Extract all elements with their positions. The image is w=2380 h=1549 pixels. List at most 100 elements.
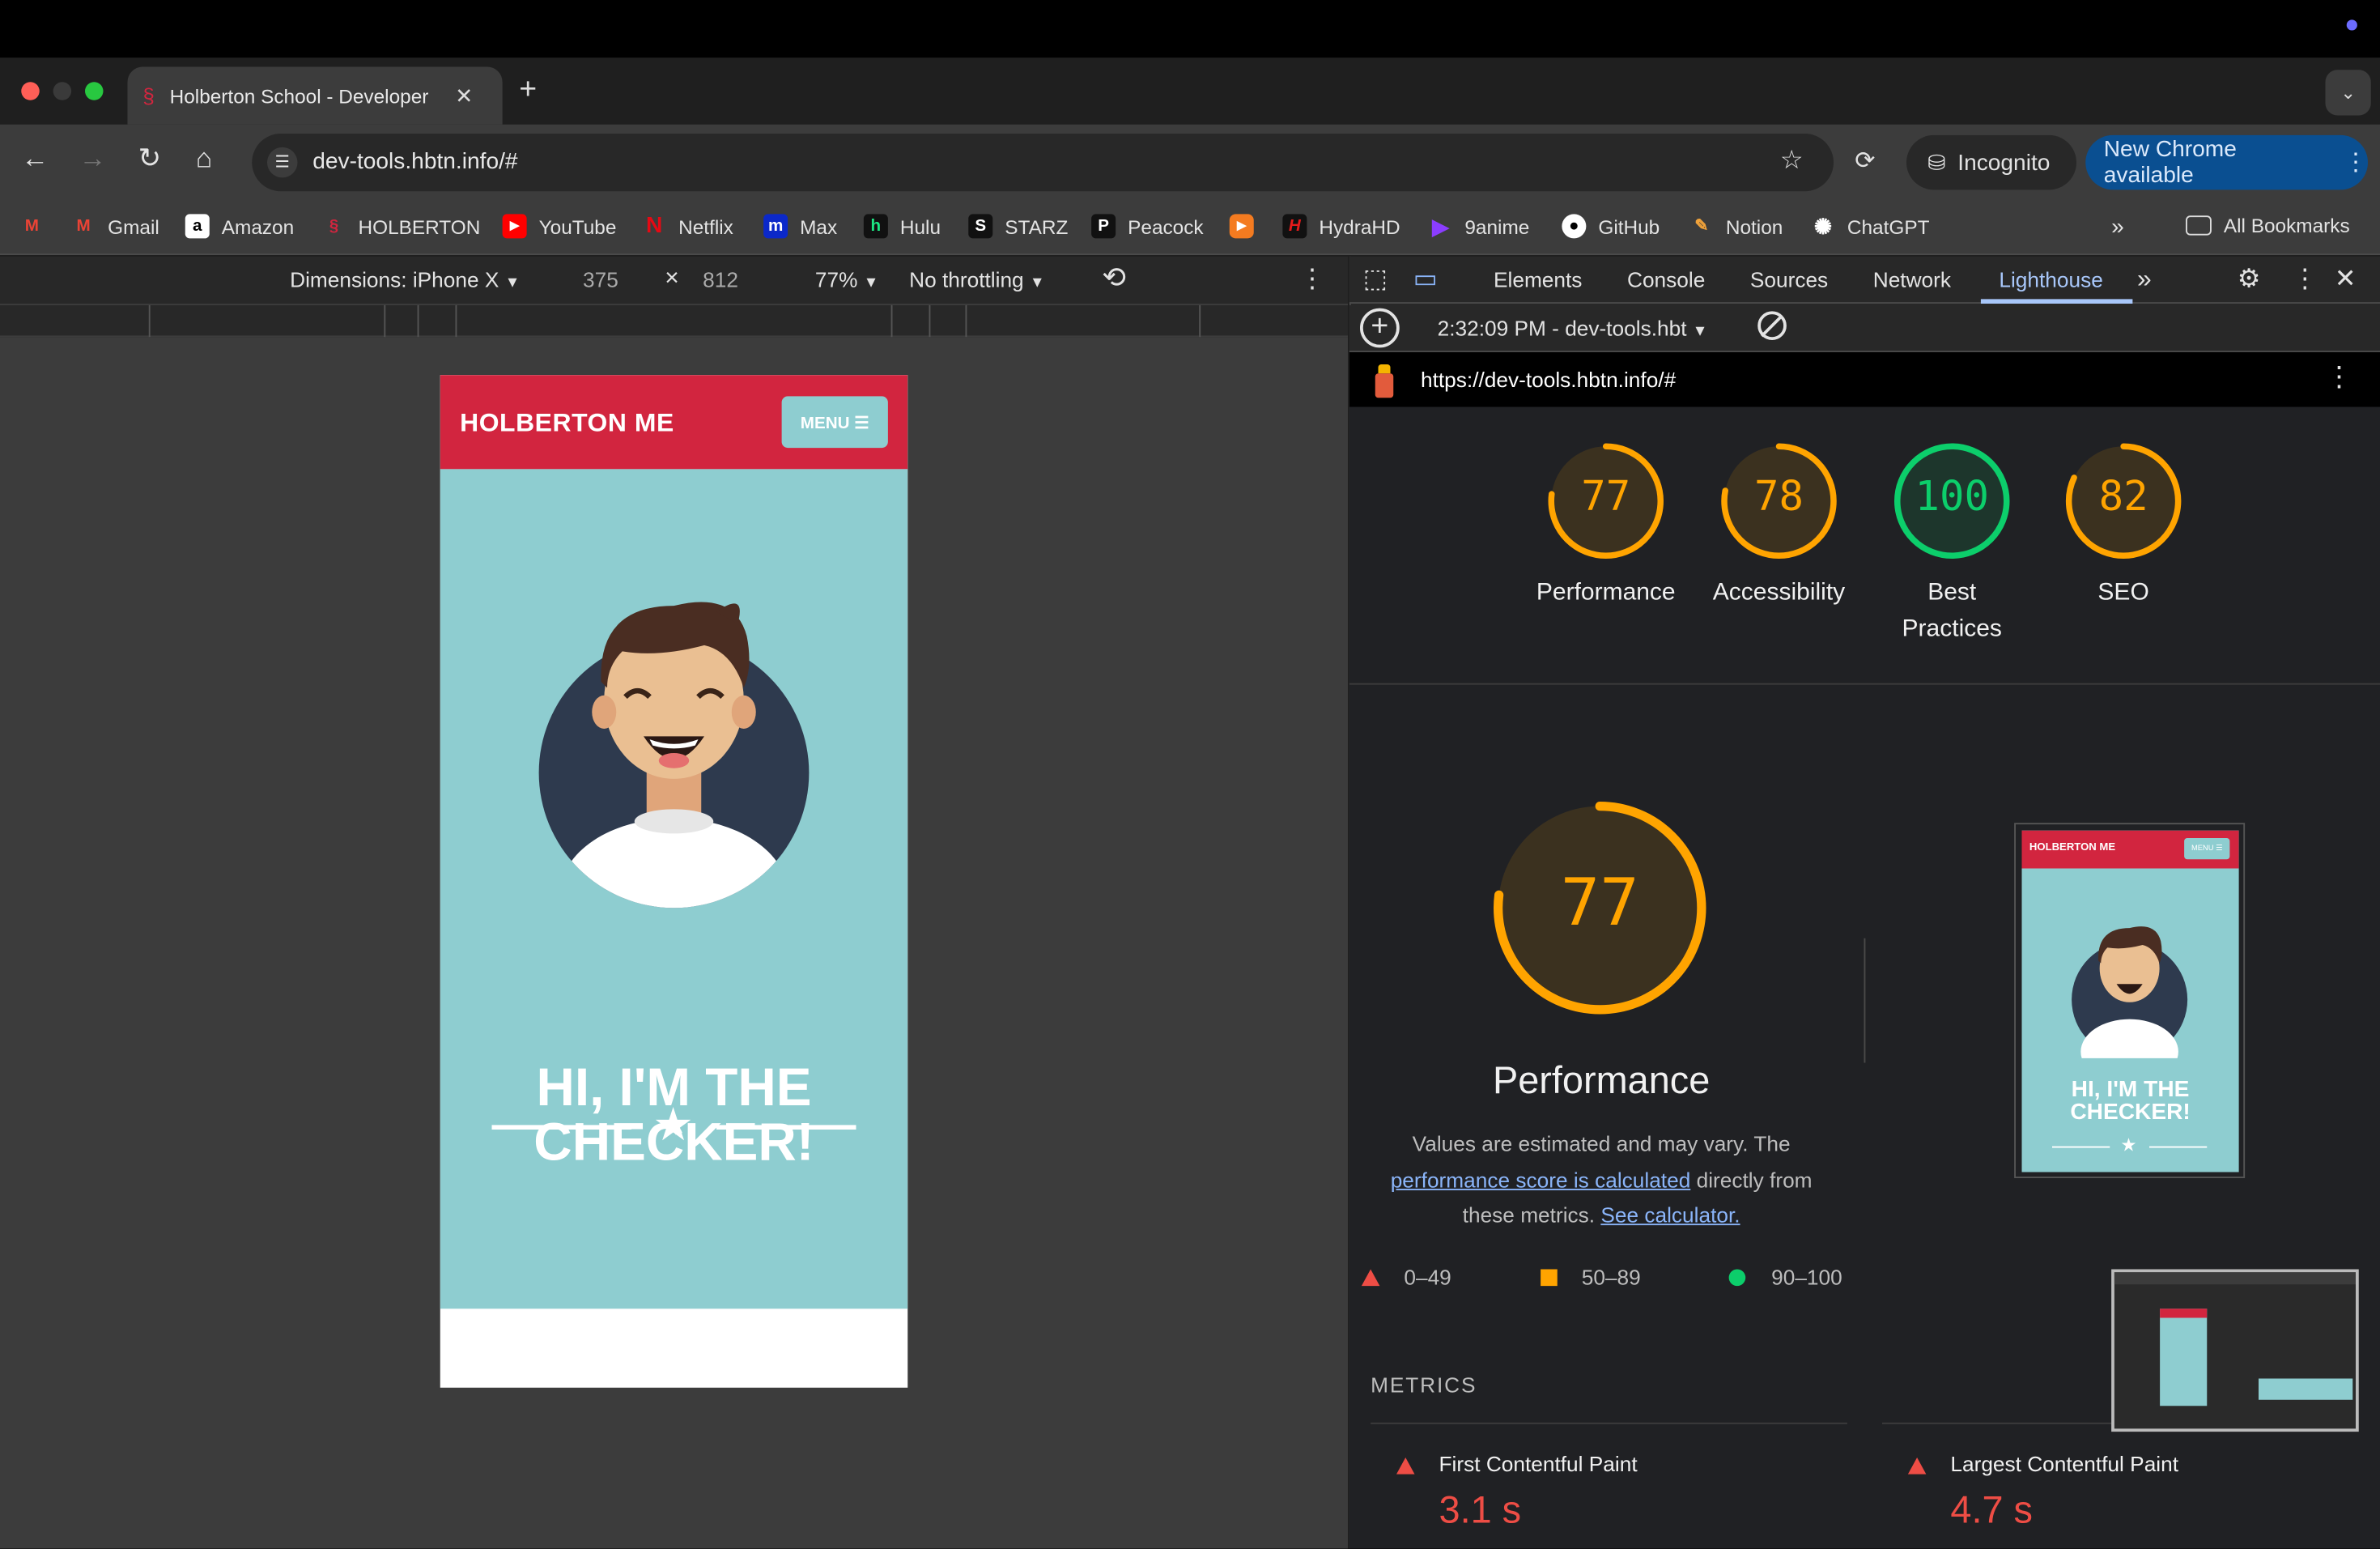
kebab-menu-icon[interactable]: ⋮ <box>2344 147 2368 178</box>
tab-search-button[interactable]: ⌄ <box>2325 70 2371 116</box>
bookmark-netflix[interactable]: N Netflix <box>642 213 733 238</box>
label-accessibility[interactable]: Accessibility <box>1688 576 1870 612</box>
clear-reports-icon[interactable] <box>1757 311 1787 340</box>
lcp-fail-icon <box>1907 1458 1927 1475</box>
bookmark-9anime[interactable]: ▶ 9anime <box>1428 214 1529 238</box>
thumb-header: HOLBERTON ME MENU ☰ <box>2021 830 2239 869</box>
update-chrome-button[interactable]: New Chrome available ⋮ <box>2085 134 2368 190</box>
report-more-icon[interactable]: ⋮ <box>2326 361 2353 393</box>
divider-right <box>716 1125 856 1130</box>
site-info-icon[interactable]: ☰ <box>267 147 298 178</box>
devtools-more-icon[interactable]: ⋮ <box>2292 264 2318 295</box>
bookmark-star-icon[interactable]: ☆ <box>1780 146 1804 177</box>
legend-average: 50–89 <box>1581 1264 1641 1289</box>
tab-lighthouse[interactable]: Lighthouse <box>1999 267 2102 292</box>
more-bookmarks-icon[interactable]: » <box>2111 214 2124 240</box>
screen-capture-preview[interactable] <box>2111 1269 2359 1432</box>
chevron-down-icon: ▼ <box>1692 323 1708 340</box>
bookmark-peacock[interactable]: P Peacock <box>1091 214 1204 239</box>
device-toggle-icon[interactable]: ▭ <box>1413 264 1438 295</box>
close-tab-icon[interactable]: ✕ <box>455 83 473 109</box>
new-report-icon[interactable]: + <box>1360 308 1400 348</box>
rotate-icon[interactable]: ⟲ <box>1102 262 1126 296</box>
bookmark-label: ChatGPT <box>1847 215 1930 238</box>
preview-filmstrip <box>2259 1378 2353 1400</box>
bookmark-play[interactable]: ▶ <box>1229 214 1266 239</box>
all-bookmarks[interactable]: All Bookmarks <box>2186 214 2350 237</box>
new-tab-button[interactable]: + <box>519 73 537 108</box>
settings-gear-icon[interactable]: ⚙ <box>2238 264 2261 295</box>
chevron-down-icon: ▼ <box>863 274 879 292</box>
incognito-badge[interactable]: ⛁ Incognito <box>1906 134 2076 190</box>
address-bar[interactable]: ☰ dev-tools.hbtn.info/# ☆ <box>252 134 1834 192</box>
thumb-divider-left <box>2052 1146 2110 1148</box>
close-window-button[interactable] <box>21 82 40 100</box>
label-best-practices[interactable]: Best Practices <box>1891 576 2012 649</box>
menu-bar <box>0 0 2380 58</box>
legend-fail: 0–49 <box>1404 1264 1451 1289</box>
device-more-icon[interactable]: ⋮ <box>1299 264 1325 295</box>
bookmark-chatgpt[interactable]: ✺ ChatGPT <box>1811 214 1930 238</box>
fail-triangle-icon <box>1361 1269 1380 1287</box>
tab-sources[interactable]: Sources <box>1750 267 1828 292</box>
bookmark-youtube[interactable]: ▶ YouTube <box>502 214 616 239</box>
tab-console[interactable]: Console <box>1627 267 1705 292</box>
bookmark-github[interactable]: ● GitHub <box>1562 214 1660 239</box>
throttling-select[interactable]: No throttling ▼ <box>909 267 1044 292</box>
metrics-heading: METRICS <box>1371 1372 1477 1397</box>
tab-network[interactable]: Network <box>1873 267 1951 292</box>
bookmark-max[interactable]: m Max <box>763 214 838 239</box>
chevron-down-icon: ▼ <box>504 274 521 292</box>
tab-elements[interactable]: Elements <box>1494 267 1582 292</box>
width-input[interactable]: 375 <box>583 267 618 292</box>
bookmark-starz[interactable]: S STARZ <box>968 214 1068 239</box>
see-calculator-link[interactable]: See calculator. <box>1600 1202 1740 1227</box>
bookmark-amazon[interactable]: a Amazon <box>185 214 294 239</box>
bookmark-notion[interactable]: ✎ Notion <box>1689 214 1783 238</box>
menu-button[interactable]: MENU ☰ <box>781 396 888 449</box>
forward-icon[interactable]: → <box>79 143 107 174</box>
bookmark-gmail-icon-only[interactable]: M <box>19 214 56 238</box>
bookmark-label: Max <box>800 215 838 238</box>
back-icon[interactable]: ← <box>21 143 49 174</box>
close-devtools-icon[interactable]: ✕ <box>2335 264 2357 295</box>
bookmark-hulu[interactable]: h Hulu <box>863 214 941 239</box>
preview-page <box>2160 1309 2208 1406</box>
url-text[interactable]: dev-tools.hbtn.info/# <box>312 149 517 175</box>
media-query-ruler <box>0 304 1348 338</box>
label-performance[interactable]: Performance <box>1515 576 1697 612</box>
dimensions-times: × <box>665 266 679 292</box>
minimize-window-button[interactable] <box>53 82 72 100</box>
thumb-menu: MENU ☰ <box>2184 838 2230 860</box>
score-best-practices: 100 <box>1915 474 1989 521</box>
page-logo[interactable]: HOLBERTON ME <box>460 408 674 439</box>
bookmark-label: GitHub <box>1598 215 1660 238</box>
bookmark-hydrahd[interactable]: H HydraHD <box>1282 214 1400 239</box>
performance-description: Values are estimated and may vary. The p… <box>1374 1126 1830 1233</box>
desc-text-1: Values are estimated and may vary. The <box>1412 1130 1791 1155</box>
home-icon[interactable]: ⌂ <box>196 143 212 174</box>
tab-active[interactable]: § Holberton School - Developer ✕ <box>127 66 503 125</box>
device-dimensions-select[interactable]: Dimensions: iPhone X ▼ <box>290 267 520 292</box>
more-tabs-icon[interactable]: » <box>2137 264 2152 295</box>
bookmark-label: Gmail <box>108 215 159 238</box>
zoom-window-button[interactable] <box>85 82 104 100</box>
inspect-element-icon[interactable]: ⬚ <box>1363 264 1388 295</box>
score-calculated-link[interactable]: performance score is calculated <box>1391 1167 1691 1191</box>
bookmark-label: HydraHD <box>1319 215 1400 238</box>
label-seo[interactable]: SEO <box>2033 576 2215 612</box>
chatgpt-icon: ✺ <box>1813 214 1832 239</box>
thumb-star-icon: ★ <box>2120 1134 2137 1155</box>
bookmark-holberton[interactable]: § HOLBERTON <box>322 214 481 238</box>
screen: § Holberton School - Developer ✕ + ⌄ ← →… <box>0 0 2380 1549</box>
report-select[interactable]: 2:32:09 PM - dev-tools.hbt ▼ <box>1438 316 1708 340</box>
zoom-select[interactable]: 77% ▼ <box>815 267 878 292</box>
avatar <box>538 602 810 909</box>
extension-icon[interactable]: ⟳ <box>1855 146 1875 177</box>
score-accessibility: 78 <box>1754 474 1804 521</box>
bookmark-gmail[interactable]: M Gmail <box>71 214 159 238</box>
report-url[interactable]: https://dev-tools.hbtn.info/# <box>1421 368 1676 392</box>
reload-icon[interactable]: ↻ <box>138 143 161 174</box>
height-input[interactable]: 812 <box>703 267 738 292</box>
bookmark-label: Hulu <box>899 215 941 238</box>
